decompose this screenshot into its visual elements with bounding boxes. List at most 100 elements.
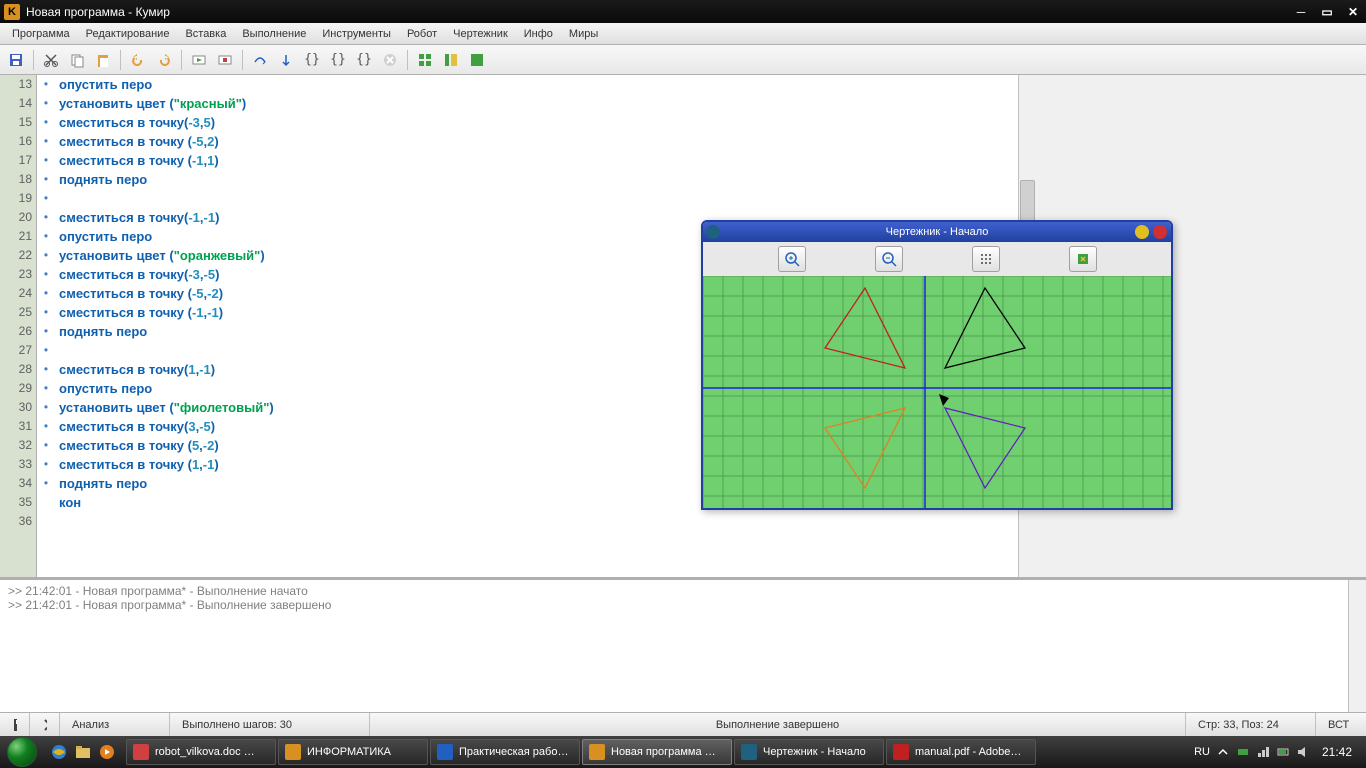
menu-робот[interactable]: Робот [399, 25, 445, 43]
taskbar-window-label: Практическая рабо… [459, 746, 568, 758]
code-line[interactable]: сместиться в точку(-3,5) [59, 113, 1018, 132]
window-title: Новая программа - Кумир [26, 5, 170, 19]
tray-network-icon[interactable] [1256, 745, 1270, 759]
taskbar-window-label: robot_vilkova.doc … [155, 746, 255, 758]
status-cursor-pos: Стр: 33, Поз: 24 [1186, 713, 1316, 736]
code-line[interactable] [59, 512, 1018, 531]
tray-volume-icon[interactable] [1296, 745, 1310, 759]
console-scrollbar[interactable] [1348, 580, 1366, 712]
save-icon[interactable] [4, 48, 28, 72]
fit-view-icon[interactable] [1069, 246, 1097, 272]
taskbar-window-label: Чертежник - Начало [763, 746, 866, 758]
taskbar-window-button[interactable]: manual.pdf - Adobe… [886, 739, 1036, 765]
taskbar-clock[interactable]: 21:42 [1316, 745, 1358, 759]
bullet-gutter: •••••••••••••••••••••• [37, 75, 55, 577]
brace1-icon[interactable]: {} [300, 48, 324, 72]
explorer-icon[interactable] [72, 741, 94, 763]
menu-инфо[interactable]: Инфо [516, 25, 561, 43]
paste-icon[interactable] [91, 48, 115, 72]
main-area: 1314151617181920212223242526272829303132… [0, 75, 1366, 736]
drafter-titlebar[interactable]: Чертежник - Начало [703, 222, 1171, 242]
undo-icon[interactable] [126, 48, 150, 72]
redo-icon[interactable] [152, 48, 176, 72]
drafter-title-text: Чертежник - Начало [886, 226, 989, 238]
taskbar-window-icon [285, 744, 301, 760]
menu-редактирование[interactable]: Редактирование [78, 25, 178, 43]
media-icon[interactable] [96, 741, 118, 763]
step-over-icon[interactable] [248, 48, 272, 72]
taskbar-window-button[interactable]: Практическая рабо… [430, 739, 580, 765]
drafter-close-icon[interactable] [1153, 225, 1167, 239]
taskbar-window-icon [437, 744, 453, 760]
drafter-window[interactable]: Чертежник - Начало [701, 220, 1173, 510]
grid2-icon[interactable] [439, 48, 463, 72]
code-line[interactable]: опустить перо [59, 75, 1018, 94]
taskbar-windows: robot_vilkova.doc … ИНФОРМАТИКА Практическ… [122, 739, 1186, 765]
menu-bar: ПрограммаРедактированиеВставкаВыполнение… [0, 23, 1366, 45]
taskbar-window-button[interactable]: Чертежник - Начало [734, 739, 884, 765]
drafter-app-icon [706, 225, 720, 239]
tray-chevron-icon[interactable] [1216, 745, 1230, 759]
taskbar: robot_vilkova.doc … ИНФОРМАТИКА Практическ… [0, 736, 1366, 768]
status-bar: Анализ Выполнено шагов: 30 Выполнение за… [0, 712, 1366, 736]
taskbar-window-button[interactable]: Новая программа … [582, 739, 732, 765]
save-status-icon[interactable] [0, 713, 30, 736]
language-indicator[interactable]: RU [1194, 746, 1210, 758]
console-line: >> 21:42:01 - Новая программа* - Выполне… [8, 598, 1358, 612]
taskbar-window-icon [589, 744, 605, 760]
status-exec: Выполнение завершено [370, 713, 1186, 736]
drafter-canvas[interactable] [703, 276, 1171, 508]
menu-инструменты[interactable]: Инструменты [314, 25, 399, 43]
menu-вставка[interactable]: Вставка [177, 25, 234, 43]
quick-launch [44, 741, 122, 763]
code-line[interactable]: установить цвет ("красный") [59, 94, 1018, 113]
taskbar-window-icon [893, 744, 909, 760]
taskbar-window-icon [133, 744, 149, 760]
menu-программа[interactable]: Программа [4, 25, 78, 43]
brace2-icon[interactable]: {} [326, 48, 350, 72]
taskbar-window-label: ИНФОРМАТИКА [307, 746, 391, 758]
tray-battery-icon[interactable] [1276, 745, 1290, 759]
grid-toggle-icon[interactable] [972, 246, 1000, 272]
maximize-button[interactable]: ▭ [1318, 4, 1336, 20]
minimize-button[interactable]: ─ [1292, 4, 1310, 20]
taskbar-window-label: Новая программа … [611, 746, 716, 758]
start-button[interactable] [0, 736, 44, 768]
status-analysis: Анализ [60, 713, 170, 736]
taskbar-window-button[interactable]: ИНФОРМАТИКА [278, 739, 428, 765]
line-number-gutter: 1314151617181920212223242526272829303132… [0, 75, 37, 577]
taskbar-window-button[interactable]: robot_vilkova.doc … [126, 739, 276, 765]
code-line[interactable]: сместиться в точку (-5,2) [59, 132, 1018, 151]
menu-миры[interactable]: Миры [561, 25, 606, 43]
app-icon: K [4, 4, 20, 20]
cut-icon[interactable] [39, 48, 63, 72]
tray-safely-remove-icon[interactable] [1236, 745, 1250, 759]
run-icon[interactable] [187, 48, 211, 72]
grid1-icon[interactable] [413, 48, 437, 72]
error-status-icon[interactable] [30, 713, 60, 736]
drafter-minimize-icon[interactable] [1135, 225, 1149, 239]
cancel-icon[interactable] [378, 48, 402, 72]
drafter-toolbar [703, 242, 1171, 276]
output-console[interactable]: >> 21:42:01 - Новая программа* - Выполне… [0, 577, 1366, 712]
code-line[interactable]: поднять перо [59, 170, 1018, 189]
menu-чертежник[interactable]: Чертежник [445, 25, 516, 43]
stop-icon[interactable] [213, 48, 237, 72]
zoom-in-icon[interactable] [778, 246, 806, 272]
zoom-out-icon[interactable] [875, 246, 903, 272]
status-steps: Выполнено шагов: 30 [170, 713, 370, 736]
console-line: >> 21:42:01 - Новая программа* - Выполне… [8, 584, 1358, 598]
grid3-icon[interactable] [465, 48, 489, 72]
copy-icon[interactable] [65, 48, 89, 72]
code-line[interactable]: сместиться в точку (-1,1) [59, 151, 1018, 170]
status-insert-mode: ВСТ [1316, 713, 1366, 736]
editor-pane: 1314151617181920212223242526272829303132… [0, 75, 1366, 577]
ie-icon[interactable] [48, 741, 70, 763]
close-button[interactable]: ✕ [1344, 4, 1362, 20]
code-line[interactable] [59, 189, 1018, 208]
system-tray: RU 21:42 [1186, 745, 1366, 759]
menu-выполнение[interactable]: Выполнение [234, 25, 314, 43]
step-into-icon[interactable] [274, 48, 298, 72]
brace3-icon[interactable]: {} [352, 48, 376, 72]
taskbar-window-label: manual.pdf - Adobe… [915, 746, 1021, 758]
